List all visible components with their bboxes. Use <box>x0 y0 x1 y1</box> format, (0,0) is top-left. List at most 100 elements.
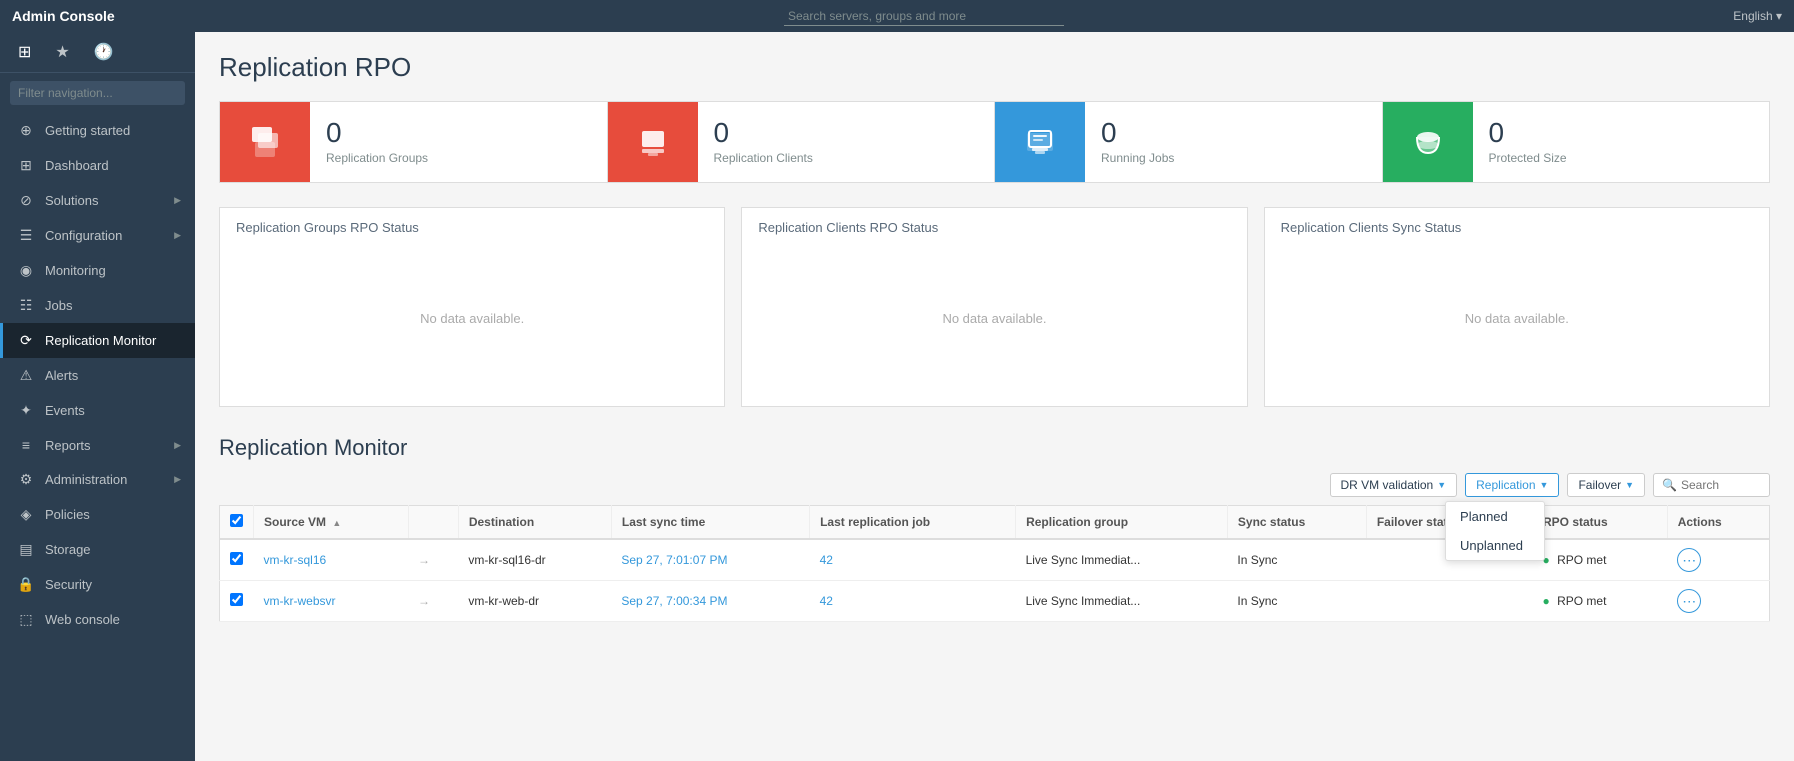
row1-sync-status: In Sync <box>1227 539 1366 581</box>
sidebar-item-dashboard[interactable]: ⊞ Dashboard <box>0 148 195 183</box>
protected-size-value: 0 <box>1489 119 1567 147</box>
clients-sync-title: Replication Clients Sync Status <box>1281 220 1753 235</box>
protected-size-label: Protected Size <box>1489 151 1567 165</box>
row2-rpo-label: RPO met <box>1557 594 1606 608</box>
row1-rep-group: Live Sync Immediat... <box>1016 539 1228 581</box>
sidebar-item-reports[interactable]: ≡ Reports <box>0 428 195 462</box>
row1-actions-cell: ⋯ <box>1667 539 1769 581</box>
th-last-sync[interactable]: Last sync time <box>611 506 809 540</box>
sidebar-item-replication-monitor[interactable]: ⟳ Replication Monitor <box>0 323 195 358</box>
web-console-icon: ⬚ <box>17 611 35 628</box>
row2-arrow-cell: → <box>408 581 458 622</box>
th-source-vm[interactable]: Source VM ▲ <box>254 506 409 540</box>
sidebar-item-web-console[interactable]: ⬚ Web console <box>0 602 195 637</box>
row1-actions-button[interactable]: ⋯ <box>1677 548 1701 572</box>
sidebar-item-label: Dashboard <box>45 158 109 173</box>
language-selector[interactable]: English ▾ <box>1733 9 1782 23</box>
replication-clients-label: Replication Clients <box>714 151 813 165</box>
sidebar-item-getting-started[interactable]: ⊕ Getting started <box>0 113 195 148</box>
clients-sync-panel: Replication Clients Sync Status No data … <box>1264 207 1770 407</box>
failover-planned-option[interactable]: Planned <box>1446 502 1544 531</box>
sidebar-item-security[interactable]: 🔒 Security <box>0 567 195 602</box>
sidebar-item-storage[interactable]: ▤ Storage <box>0 532 195 567</box>
monitor-search-box: 🔍 <box>1653 473 1770 497</box>
row1-source-vm-link[interactable]: vm-kr-sql16 <box>264 553 327 567</box>
sidebar-item-label: Administration <box>45 472 127 487</box>
sidebar-item-configuration[interactable]: ☰ Configuration <box>0 218 195 253</box>
sidebar-home-icon[interactable]: ⊞ <box>12 40 37 64</box>
groups-rpo-body: No data available. <box>236 243 708 394</box>
monitor-search-input[interactable] <box>1681 478 1761 492</box>
topbar: Admin Console English ▾ <box>0 0 1794 32</box>
dr-vm-validation-filter[interactable]: DR VM validation ▼ <box>1330 473 1458 497</box>
row1-last-sync: Sep 27, 7:01:07 PM <box>611 539 809 581</box>
sidebar-recent-icon[interactable]: 🕐 <box>88 40 120 64</box>
solutions-icon: ⊘ <box>17 192 35 209</box>
running-jobs-label: Running Jobs <box>1101 151 1174 165</box>
sidebar-item-monitoring[interactable]: ◉ Monitoring <box>0 253 195 288</box>
row1-arrow-cell: → <box>408 539 458 581</box>
sidebar-item-jobs[interactable]: ☷ Jobs <box>0 288 195 323</box>
row2-actions-button[interactable]: ⋯ <box>1677 589 1701 613</box>
reports-icon: ≡ <box>17 437 35 453</box>
failover-filter[interactable]: Failover ▼ <box>1567 473 1645 497</box>
monitor-title: Replication Monitor <box>219 435 1770 461</box>
sidebar-item-label: Security <box>45 577 92 592</box>
row1-checkbox[interactable] <box>230 552 243 565</box>
row2-last-job-link[interactable]: 42 <box>820 594 833 608</box>
sidebar-icon-row: ⊞ ★ 🕐 <box>0 32 195 73</box>
th-destination[interactable]: Destination <box>458 506 611 540</box>
stat-card-replication-clients: 0 Replication Clients <box>608 102 996 182</box>
row2-arrow-icon: → <box>418 594 430 608</box>
sidebar-item-label: Getting started <box>45 123 130 138</box>
th-last-job[interactable]: Last replication job <box>810 506 1016 540</box>
replication-arrow-icon: ▼ <box>1540 480 1549 490</box>
row2-checkbox[interactable] <box>230 593 243 606</box>
stat-body-replication-groups: 0 Replication Groups <box>310 109 444 175</box>
stat-body-running-jobs: 0 Running Jobs <box>1085 109 1190 175</box>
replication-groups-value: 0 <box>326 119 428 147</box>
row2-last-job: 42 <box>810 581 1016 622</box>
th-sync-status[interactable]: Sync status <box>1227 506 1366 540</box>
th-rpo-status[interactable]: RPO status <box>1533 506 1668 540</box>
sidebar-item-policies[interactable]: ◈ Policies <box>0 497 195 532</box>
sort-asc-icon: ▲ <box>332 518 341 528</box>
policies-icon: ◈ <box>17 506 35 523</box>
sidebar-favorites-icon[interactable]: ★ <box>49 40 75 64</box>
replication-filter[interactable]: Replication ▼ <box>1465 473 1559 497</box>
sidebar-item-administration[interactable]: ⚙ Administration <box>0 462 195 497</box>
th-rep-group[interactable]: Replication group <box>1016 506 1228 540</box>
sidebar-item-label: Policies <box>45 507 90 522</box>
storage-icon: ▤ <box>17 541 35 558</box>
row2-last-sync-link[interactable]: Sep 27, 7:00:34 PM <box>621 594 727 608</box>
sidebar-item-label: Solutions <box>45 193 98 208</box>
table-row: vm-kr-websvr → vm-kr-web-dr Sep 27, 7:00… <box>220 581 1770 622</box>
row1-arrow-icon: → <box>418 553 430 567</box>
main-content: Replication RPO 0 Replication Groups <box>195 32 1794 761</box>
row2-destination: vm-kr-web-dr <box>458 581 611 622</box>
failover-unplanned-option[interactable]: Unplanned <box>1446 531 1544 560</box>
sidebar-item-solutions[interactable]: ⊘ Solutions <box>0 183 195 218</box>
global-search-input[interactable] <box>784 7 1064 26</box>
failover-label: Failover <box>1578 478 1621 492</box>
search-icon: 🔍 <box>1662 478 1677 492</box>
sidebar-item-alerts[interactable]: ⚠ Alerts <box>0 358 195 393</box>
page-title: Replication RPO <box>219 52 1770 83</box>
stat-card-running-jobs: 0 Running Jobs <box>995 102 1383 182</box>
th-checkbox <box>220 506 254 540</box>
sidebar-item-events[interactable]: ✦ Events <box>0 393 195 428</box>
th-arrow <box>408 506 458 540</box>
clients-sync-body: No data available. <box>1281 243 1753 394</box>
monitor-toolbar: DR VM validation ▼ Replication ▼ Failove… <box>219 473 1770 497</box>
th-actions: Actions <box>1667 506 1769 540</box>
row1-rpo-status: ● RPO met <box>1533 539 1668 581</box>
stat-body-replication-clients: 0 Replication Clients <box>698 109 829 175</box>
clients-sync-no-data: No data available. <box>1465 311 1569 326</box>
nav-filter-input[interactable] <box>10 81 185 105</box>
row2-actions-cell: ⋯ <box>1667 581 1769 622</box>
sidebar-item-label: Alerts <box>45 368 78 383</box>
row1-last-sync-link[interactable]: Sep 27, 7:01:07 PM <box>621 553 727 567</box>
row1-last-job-link[interactable]: 42 <box>820 553 833 567</box>
row2-source-vm-link[interactable]: vm-kr-websvr <box>264 594 336 608</box>
select-all-checkbox[interactable] <box>230 514 243 527</box>
